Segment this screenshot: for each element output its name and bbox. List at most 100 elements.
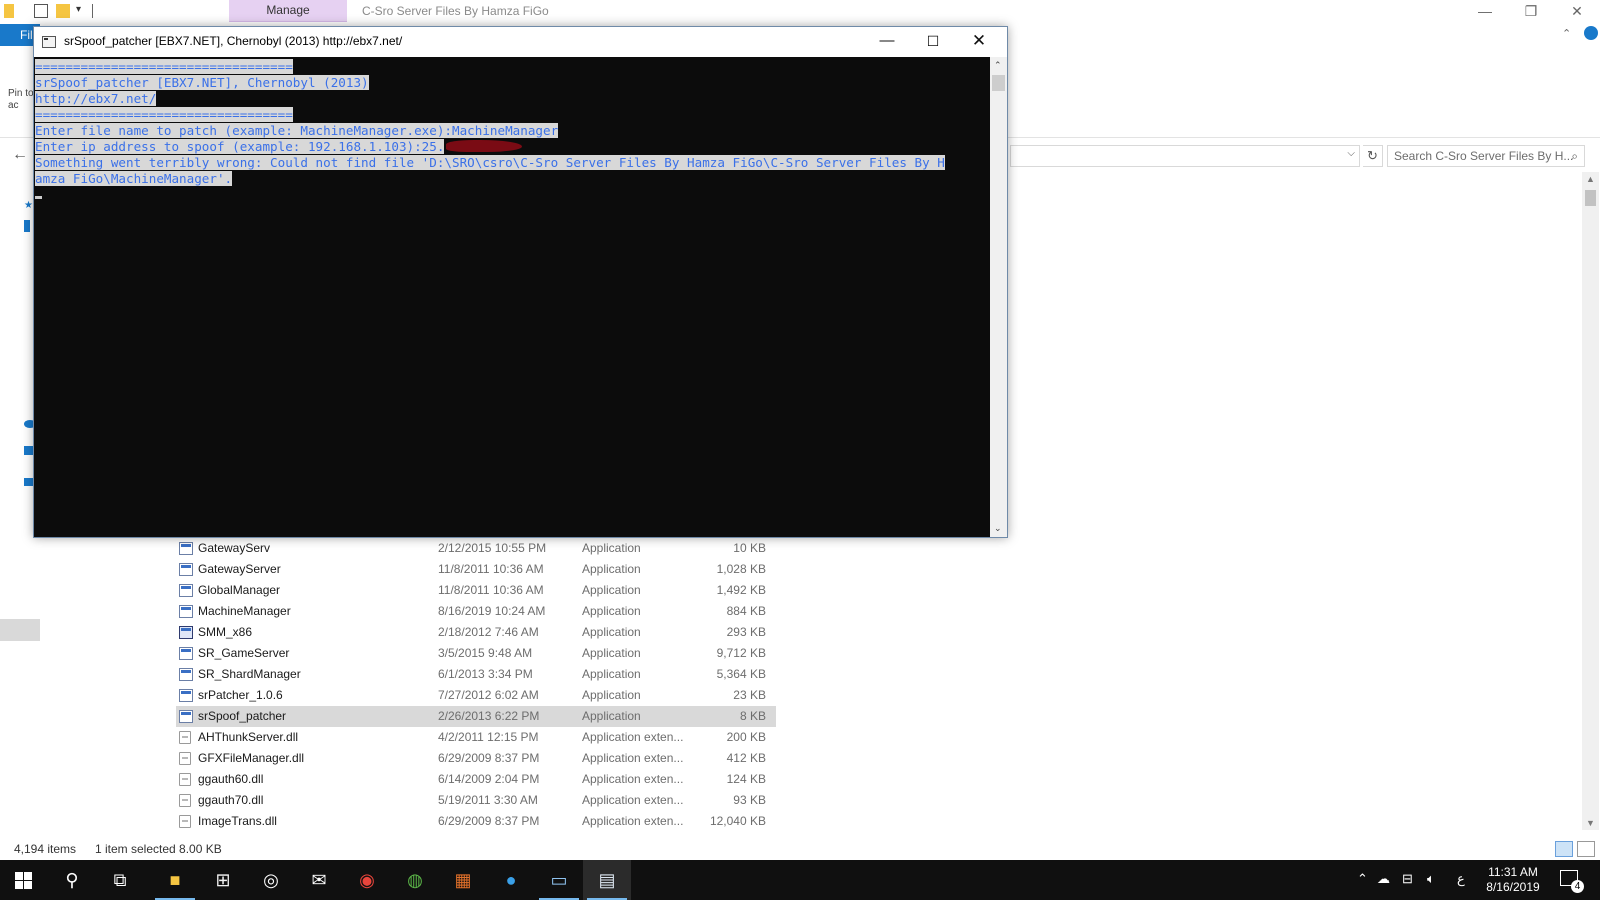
tab-manage[interactable]: Manage — [229, 0, 347, 22]
file-row[interactable]: SMM_x86 2/18/2012 7:46 AM Application 293 K… — [176, 622, 776, 643]
taskbar-file-explorer[interactable]: ■ — [151, 860, 199, 900]
navigation-pane[interactable]: ★ — [0, 172, 40, 830]
file-date: 8/16/2019 10:24 AM — [438, 604, 546, 618]
vertical-scrollbar[interactable]: ▲ ▼ — [1582, 172, 1599, 830]
console-line: Something went terribly wrong: Could not… — [35, 155, 945, 170]
chevron-down-icon[interactable]: ⌵ — [1347, 148, 1355, 159]
file-row[interactable]: SR_ShardManager 6/1/2013 3:34 PM Applicati… — [176, 664, 776, 685]
restore-icon[interactable]: ❐ — [1508, 2, 1554, 22]
file-row[interactable]: GatewayServer 11/8/2011 10:36 AM Applicati… — [176, 559, 776, 580]
scrollbar-thumb[interactable] — [1585, 190, 1596, 206]
scroll-up-icon[interactable]: ▲ — [1586, 174, 1595, 184]
file-row[interactable]: SR_GameServer 3/5/2015 9:48 AM Application… — [176, 643, 776, 664]
scroll-down-icon[interactable]: ⌄ — [994, 523, 1002, 534]
file-date: 6/29/2009 8:37 PM — [438, 751, 540, 765]
dll-file-icon — [179, 794, 191, 807]
file-date: 6/1/2013 3:34 PM — [438, 667, 533, 681]
mail-icon: ✉ — [311, 870, 327, 890]
file-date: 2/12/2015 10:55 PM — [438, 541, 547, 555]
task-view-button[interactable]: ⧉ — [96, 860, 144, 900]
file-row[interactable]: srPatcher_1.0.6 7/27/2012 6:02 AM Applicat… — [176, 685, 776, 706]
taskbar-chrome[interactable]: ◉ — [343, 860, 391, 900]
console-line: srSpoof_patcher [EBX7.NET], Chernobyl (2… — [35, 75, 369, 90]
file-row[interactable]: GFXFileManager.dll 6/29/2009 8:37 PM Appli… — [176, 748, 776, 769]
search-button[interactable]: ⚲ — [48, 860, 96, 900]
file-name: SR_ShardManager — [198, 667, 301, 681]
details-view-icon[interactable] — [1555, 841, 1573, 857]
search-input[interactable]: Search C-Sro Server Files By H... ⌕ — [1387, 145, 1585, 167]
scroll-down-icon[interactable]: ▼ — [1586, 818, 1595, 828]
console-scrollbar[interactable]: ⌃ ⌄ — [990, 57, 1007, 537]
console-output[interactable]: ================================== srSpo… — [34, 57, 990, 537]
file-size: 1,028 KB — [716, 562, 766, 576]
taskbar-mail[interactable]: ✉ — [295, 860, 343, 900]
nav-item-icon[interactable] — [24, 220, 30, 232]
application-icon — [179, 605, 193, 618]
taskbar-window-app[interactable]: ▭ — [535, 860, 583, 900]
volume-icon[interactable]: 🔈︎ — [1427, 871, 1435, 887]
customize-qat-icon[interactable]: ▾ — [76, 4, 81, 15]
network-icon[interactable] — [24, 478, 33, 486]
scrollbar-thumb[interactable] — [992, 75, 1005, 91]
network-icon[interactable]: ⊟ — [1402, 871, 1413, 887]
onedrive-icon[interactable]: ☁ — [1377, 871, 1390, 887]
file-type: Application — [582, 583, 641, 597]
refresh-icon[interactable]: ↻ — [1363, 145, 1383, 167]
file-type: Application exten... — [582, 730, 684, 744]
file-list: GatewayServ 2/12/2015 10:55 PM Application… — [176, 538, 776, 832]
file-row[interactable]: MachineManager 8/16/2019 10:24 AM Applicat… — [176, 601, 776, 622]
this-pc-icon[interactable] — [24, 446, 33, 455]
file-row[interactable]: srSpoof_patcher 2/26/2013 6:22 PM Applicat… — [176, 706, 776, 727]
file-name: GFXFileManager.dll — [198, 751, 305, 765]
explorer-window-title: C-Sro Server Files By Hamza FiGo — [362, 4, 549, 18]
file-name: srPatcher_1.0.6 — [198, 688, 283, 702]
close-icon[interactable]: ✕ — [1554, 2, 1600, 22]
clock[interactable]: 11:31 AM 8/16/2019 — [1480, 865, 1546, 895]
input-language[interactable]: ع — [1457, 871, 1465, 887]
large-icons-view-icon[interactable] — [1577, 841, 1595, 857]
show-hidden-icons-icon[interactable]: ⌃ — [1357, 871, 1368, 887]
chevron-up-icon[interactable]: ⌃ — [1562, 27, 1571, 40]
selection-info: 1 item selected 8.00 KB — [95, 842, 222, 856]
file-row[interactable]: ggauth70.dll 5/19/2011 3:30 AM Application… — [176, 790, 776, 811]
file-row[interactable]: GatewayServ 2/12/2015 10:55 PM Application… — [176, 538, 776, 559]
file-row[interactable]: GlobalManager 11/8/2011 10:36 AM Applicati… — [176, 580, 776, 601]
folder-icon[interactable] — [4, 4, 14, 18]
back-arrow-icon[interactable]: ← — [12, 146, 28, 164]
taskbar-store[interactable]: ⊞ — [199, 860, 247, 900]
scroll-up-icon[interactable]: ⌃ — [994, 60, 1002, 71]
file-size: 93 KB — [733, 793, 766, 807]
taskbar-media-app[interactable]: ◎ — [247, 860, 295, 900]
file-date: 3/5/2015 9:48 AM — [438, 646, 533, 660]
file-date: 11/8/2011 10:36 AM — [438, 583, 544, 597]
taskbar-console-app[interactable]: ▤ — [583, 860, 631, 900]
minimize-icon[interactable]: — — [864, 27, 910, 57]
file-type: Application — [582, 667, 641, 681]
nav-item-this-pc-selected[interactable] — [0, 619, 40, 641]
taskbar-blue-circle-app[interactable]: ● — [487, 860, 535, 900]
taskbar-globe-app[interactable]: ◍ — [391, 860, 439, 900]
search-icon: ⌕ — [1571, 149, 1578, 163]
console-line: http://ebx7.net/ — [35, 91, 157, 106]
file-size: 5,364 KB — [716, 667, 766, 681]
taskbar-photo-app[interactable]: ▦ — [439, 860, 487, 900]
console-line: Enter file name to patch (example: Machi… — [35, 123, 559, 138]
file-name: ImageTrans.dll — [198, 814, 277, 828]
file-size: 23 KB — [733, 688, 766, 702]
new-folder-icon[interactable] — [56, 4, 70, 18]
smm-application-icon — [179, 626, 193, 639]
close-icon[interactable]: ✕ — [956, 27, 1002, 57]
file-row[interactable]: ImageTrans.dll 6/29/2009 8:37 PM Applicati… — [176, 811, 776, 832]
start-button[interactable] — [0, 860, 48, 900]
file-row[interactable]: ggauth60.dll 6/14/2009 2:04 PM Application… — [176, 769, 776, 790]
console-line: amza FiGo\MachineManager'. — [35, 171, 233, 186]
blue-circle-app-icon: ● — [505, 870, 517, 890]
maximize-icon[interactable]: ☐ — [910, 27, 956, 57]
console-title-bar[interactable]: srSpoof_patcher [EBX7.NET], Chernobyl (2… — [34, 27, 1007, 57]
minimize-icon[interactable]: — — [1462, 2, 1508, 22]
file-row[interactable]: AHThunkServer.dll 4/2/2011 12:15 PM Applic… — [176, 727, 776, 748]
console-app-icon[interactable] — [42, 36, 56, 48]
address-field[interactable]: ⌵ — [1010, 145, 1360, 167]
properties-check-icon[interactable] — [34, 4, 48, 18]
help-icon[interactable] — [1584, 26, 1598, 40]
